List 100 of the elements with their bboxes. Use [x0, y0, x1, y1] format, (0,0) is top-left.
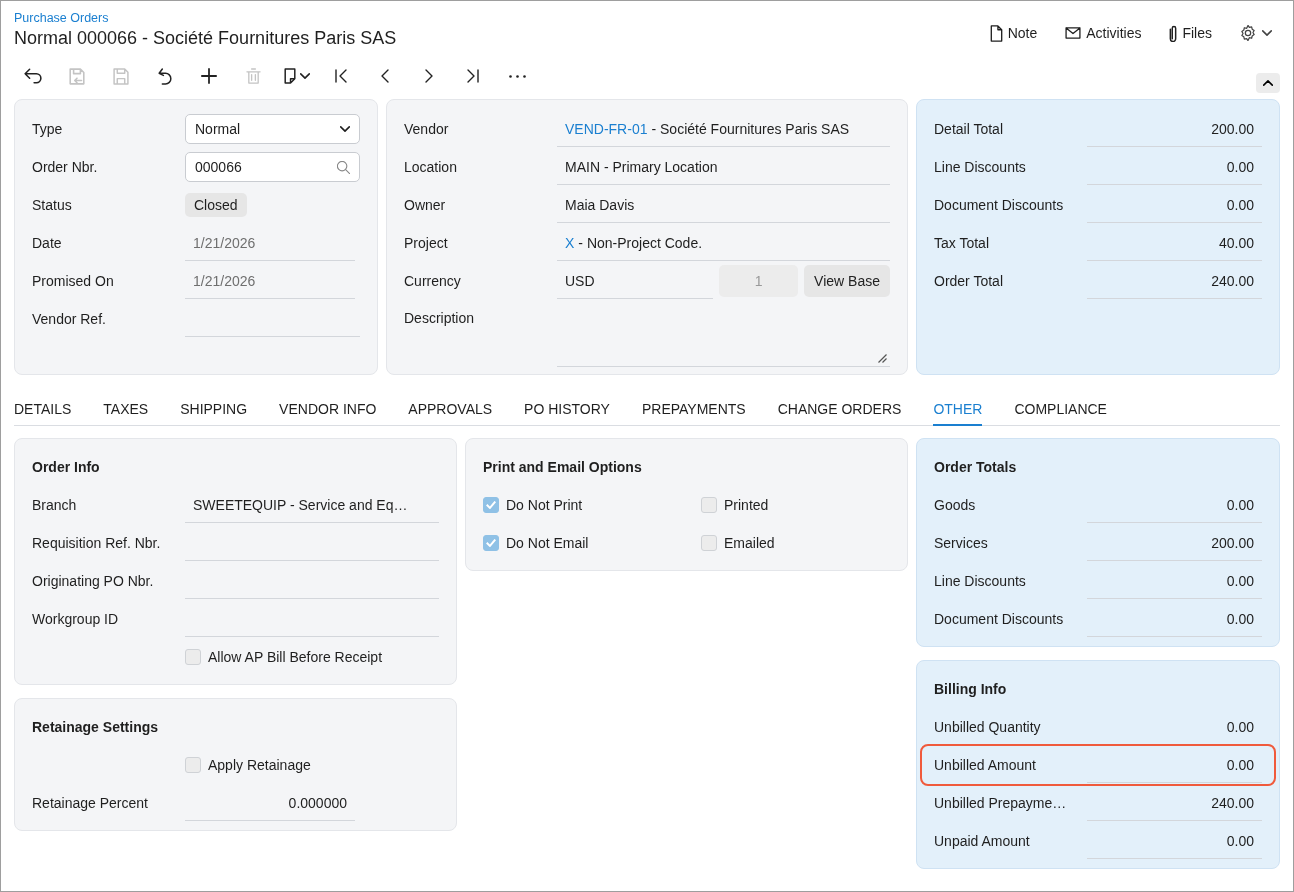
checkbox[interactable]: Allow AP Bill Before Receipt: [185, 638, 383, 676]
last-record-icon: [467, 69, 479, 83]
field-label: Owner: [404, 197, 447, 213]
checkbox[interactable]: Do Not Email: [483, 524, 701, 562]
clipboard-icon: [284, 68, 296, 84]
back-arrow-icon: [24, 68, 42, 84]
field-value: 0.00: [1087, 747, 1262, 783]
checkbox[interactable]: Apply Retainage: [185, 746, 311, 784]
field-label: Vendor Ref.: [32, 311, 107, 327]
tab[interactable]: SHIPPING: [180, 396, 248, 426]
field-label: Vendor: [404, 121, 450, 137]
field-label: Detail Total: [934, 121, 1004, 137]
field-value: 0.00: [1087, 187, 1262, 223]
tab[interactable]: DETAILS: [14, 396, 72, 426]
section-title: Print and Email Options: [483, 458, 643, 477]
page-title: Normal 000066 - Société Fournitures Paris SAS: [14, 28, 397, 49]
field-label: Originating PO Nbr.: [32, 573, 155, 589]
order-number-field[interactable]: 000066: [185, 152, 360, 182]
field-label: Currency: [404, 273, 462, 289]
checkbox[interactable]: Do Not Print: [483, 486, 701, 524]
section-title: Billing Info: [934, 680, 1008, 699]
undo-icon: [158, 67, 172, 85]
field-value: 0.00: [1087, 709, 1262, 745]
field-label: Order Nbr.: [32, 159, 99, 175]
field-label: Retainage Percent: [32, 795, 149, 811]
field-label: Document Discounts: [934, 611, 1065, 627]
search-icon: [337, 160, 350, 174]
view-base-button[interactable]: View Base: [804, 265, 890, 297]
tab[interactable]: APPROVALS: [408, 396, 493, 426]
checkbox[interactable]: Printed: [701, 486, 890, 524]
field-value: 0.00: [1087, 149, 1262, 185]
paperclip-icon: [1169, 24, 1178, 42]
field-label: Unpaid Amount: [934, 833, 1031, 849]
checkbox[interactable]: Emailed: [701, 524, 890, 562]
field-label: Promised On: [32, 273, 115, 289]
tab[interactable]: PO HISTORY: [524, 396, 610, 426]
field-label: Line Discounts: [934, 159, 1027, 175]
resize-grip-icon[interactable]: [878, 354, 887, 363]
field-label: Status: [32, 197, 73, 213]
status-badge: Closed: [185, 193, 247, 217]
date-field[interactable]: 1/21/2026: [185, 225, 355, 261]
breadcrumb-link[interactable]: Purchase Orders: [14, 11, 109, 25]
tab[interactable]: TAXES: [103, 396, 149, 426]
tab[interactable]: VENDOR INFO: [279, 396, 377, 426]
field-value: SWEETEQUIP - Service and Eq…: [185, 487, 439, 523]
envelope-icon: [1065, 27, 1082, 39]
tab[interactable]: COMPLIANCE: [1014, 396, 1107, 426]
chevron-down-icon: [300, 73, 310, 79]
settings-button[interactable]: [1240, 25, 1272, 41]
field-label: Unbilled Quantity: [934, 719, 1042, 735]
field-value: MAIN - Primary Location: [557, 149, 890, 185]
more-icon: [508, 74, 526, 78]
field-label: Unbilled Prepayme…: [934, 795, 1068, 811]
field-label: Services: [934, 535, 989, 551]
type-select[interactable]: Normal: [185, 114, 360, 144]
collapse-button[interactable]: [1256, 73, 1280, 93]
field-label: Type: [32, 121, 64, 137]
section-title: Order Info: [32, 458, 101, 477]
tab[interactable]: PREPAYMENTS: [641, 396, 746, 426]
field-label: Order Total: [934, 273, 1004, 289]
chevron-down-icon: [1262, 30, 1272, 36]
previous-icon: [381, 69, 389, 83]
field-value: 0.00: [1087, 823, 1262, 859]
field-value: Maia Davis: [557, 187, 890, 223]
first-record-icon: [335, 69, 347, 83]
trash-icon: [245, 68, 261, 84]
field-label: Goods: [934, 497, 977, 513]
field-label: Tax Total: [934, 235, 990, 251]
document-icon: [989, 24, 1003, 42]
header-action-button[interactable]: Files: [1169, 24, 1212, 42]
date-field[interactable]: 1/21/2026: [185, 263, 355, 299]
gear-icon: [1240, 25, 1256, 41]
chevron-up-icon: [1263, 80, 1273, 86]
header-action-button[interactable]: Note: [989, 24, 1038, 42]
field-label: Document Discounts: [934, 197, 1065, 213]
header-action-button[interactable]: Activities: [1065, 25, 1142, 41]
currency-field[interactable]: USD: [557, 263, 714, 299]
chevron-down-icon: [340, 126, 350, 132]
field-value: 200.00: [1087, 525, 1262, 561]
section-title: Retainage Settings: [32, 718, 160, 737]
field-link[interactable]: X: [565, 234, 575, 251]
field-label: Line Discounts: [934, 573, 1027, 589]
field-value: 240.00: [1087, 785, 1262, 821]
field-link[interactable]: VEND-FR-01: [565, 120, 648, 137]
field-value: 0.00: [1087, 563, 1262, 599]
tab[interactable]: OTHER: [933, 396, 983, 426]
checkmark-icon: [486, 539, 496, 547]
checkmark-icon: [486, 501, 496, 509]
save-return-icon: [69, 67, 85, 85]
field-label: Date: [32, 235, 63, 251]
field-value: 0.00: [1087, 601, 1262, 637]
field-value: 240.00: [1087, 263, 1262, 299]
field-label: Requisition Ref. Nbr.: [32, 535, 162, 551]
field-value: 0.000000: [185, 785, 355, 821]
section-title: Order Totals: [934, 458, 1018, 477]
field-value: - Non-Project Code.: [578, 234, 703, 251]
field-label: Description: [404, 310, 476, 326]
field-label: Branch: [32, 497, 78, 513]
tab[interactable]: CHANGE ORDERS: [777, 396, 902, 426]
field-value: 200.00: [1087, 111, 1262, 147]
